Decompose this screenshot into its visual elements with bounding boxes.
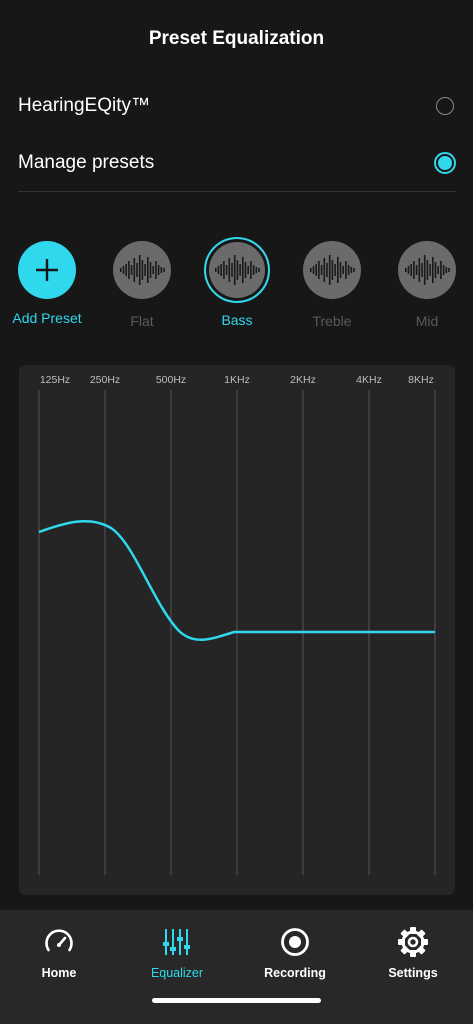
record-icon [281, 928, 309, 956]
radio-button[interactable] [436, 97, 454, 115]
divider [18, 191, 456, 192]
add-preset-label: Add Preset [12, 310, 82, 326]
add-circle[interactable] [18, 241, 76, 299]
preset-label: Bass [221, 312, 253, 328]
preset-circle[interactable] [113, 241, 171, 299]
frequency-label: 2KHz [290, 374, 316, 386]
option-manage-presets[interactable]: Manage presets [18, 143, 456, 183]
preset-label: Mid [415, 313, 439, 329]
tab-label: Recording [264, 966, 326, 980]
preset-circle[interactable] [204, 237, 270, 303]
tab-recording[interactable]: Recording [245, 924, 345, 980]
tab-equalizer[interactable]: Equalizer [127, 924, 227, 980]
preset-flat[interactable]: Flat [106, 241, 178, 329]
preset-circle[interactable] [398, 241, 456, 299]
home-indicator [152, 998, 321, 1003]
waveform-icon [120, 255, 165, 285]
tab-label: Settings [388, 966, 438, 980]
frequency-label: 125Hz [40, 374, 70, 386]
plus-icon [36, 259, 58, 281]
preset-bass[interactable]: Bass [201, 237, 273, 328]
tab-settings[interactable]: Settings [363, 924, 463, 980]
add-preset-button[interactable]: Add Preset [11, 241, 83, 326]
preset-label: Flat [130, 313, 154, 329]
tab-label: Home [41, 966, 77, 980]
option-label: HearingEQity™ [18, 95, 150, 116]
frequency-label: 500Hz [156, 374, 186, 386]
preset-treble[interactable]: Treble [296, 241, 368, 329]
equalizer-sliders-icon [163, 929, 190, 955]
frequency-label: 250Hz [90, 374, 120, 386]
frequency-label: 4KHz [356, 374, 382, 386]
tab-bar: Home Equalizer Recording Settings [0, 910, 473, 1024]
page-title: Preset Equalization [148, 28, 325, 49]
option-hearingeqity[interactable]: HearingEQity™ [18, 86, 456, 126]
waveform-icon [405, 255, 450, 285]
tab-home[interactable]: Home [9, 924, 109, 980]
speedometer-icon [45, 929, 73, 952]
preset-mid[interactable]: Mid [391, 241, 463, 329]
preset-label: Treble [312, 313, 352, 329]
preset-circle[interactable] [303, 241, 361, 299]
tab-label: Equalizer [150, 966, 204, 980]
gear-icon [398, 927, 428, 957]
equalizer-svg: 125Hz 250Hz 500Hz 1KHz 2KHz 4KHz 8KHz [38, 374, 436, 875]
waveform-icon [310, 255, 355, 285]
option-label: Manage presets [18, 152, 155, 173]
frequency-label: 8KHz [408, 374, 434, 386]
frequency-label: 1KHz [224, 374, 250, 386]
waveform-icon [215, 255, 260, 285]
equalizer-graph[interactable]: 125Hz 250Hz 500Hz 1KHz 2KHz 4KHz 8KHz [19, 365, 455, 895]
radio-button-selected[interactable] [434, 152, 456, 174]
